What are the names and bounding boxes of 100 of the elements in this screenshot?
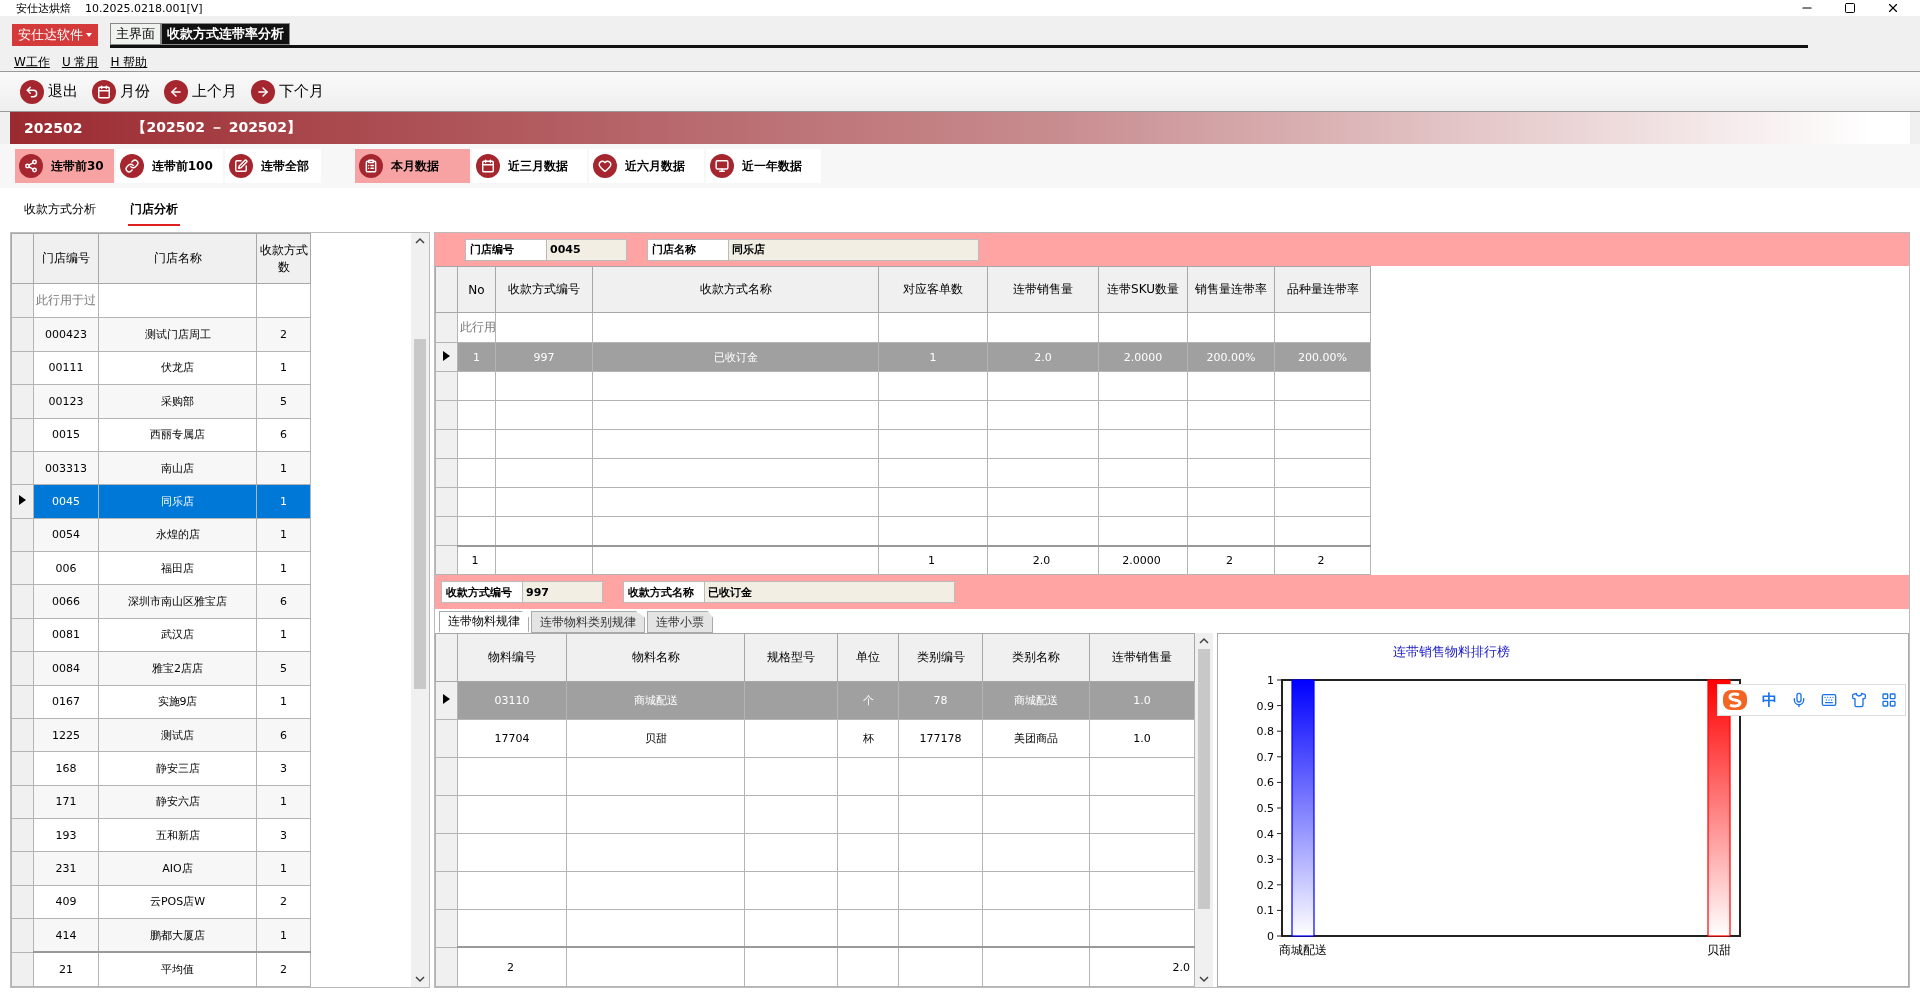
row-pointer-icon: [443, 694, 450, 705]
row-pointer-icon: [19, 495, 26, 506]
column-header[interactable]: 规格型号: [744, 633, 838, 682]
table-cell: 2: [256, 317, 311, 352]
column-header[interactable]: 对应客单数: [878, 266, 988, 313]
filter-button[interactable]: 本月数据: [354, 149, 470, 183]
row-pointer-icon: [443, 351, 450, 361]
filter-row-hint[interactable]: 此行用: [457, 312, 496, 343]
document-tab[interactable]: 收款方式连带率分析: [161, 23, 290, 45]
table-cell: 997: [495, 342, 593, 372]
table-cell: 1: [256, 685, 311, 719]
detail-tab[interactable]: 连带物料规律: [439, 611, 529, 633]
document-tab[interactable]: 主界面: [110, 23, 161, 45]
view-tab[interactable]: 门店分析: [128, 194, 180, 226]
table-cell: 1: [256, 351, 311, 385]
ime-logo-icon: [1722, 689, 1748, 711]
app-menu-button[interactable]: 安仕达软件: [12, 24, 98, 46]
filter-button[interactable]: 近六月数据: [588, 149, 704, 183]
column-header[interactable]: 门店编号: [33, 233, 99, 284]
filter-button[interactable]: 近三月数据: [471, 149, 587, 183]
table-cell: 福田店: [98, 551, 257, 585]
table-cell: 168: [33, 751, 99, 786]
view-tab[interactable]: 收款方式分析: [22, 194, 98, 226]
close-icon[interactable]: [1886, 1, 1900, 15]
store-code-field[interactable]: 门店编号 0045: [465, 238, 627, 261]
table-cell: 1: [256, 918, 311, 952]
table-cell: 177178: [898, 719, 983, 758]
column-header[interactable]: 连带SKU数量: [1098, 266, 1188, 313]
filter-button[interactable]: 近一年数据: [705, 149, 821, 183]
filter-button[interactable]: 连带前100: [115, 149, 223, 183]
grid-icon[interactable]: [1881, 692, 1897, 708]
filter-row-hint[interactable]: 此行用于过: [33, 283, 99, 318]
table-cell: 003313: [33, 451, 99, 485]
column-header[interactable]: 收款方式名称: [592, 266, 879, 313]
maximize-icon[interactable]: [1844, 2, 1856, 14]
share-icon: [19, 154, 43, 178]
toolbar-button[interactable]: 月份: [92, 79, 150, 104]
column-header[interactable]: 连带销售量: [1089, 633, 1195, 682]
column-header[interactable]: 连带销售量: [987, 266, 1099, 313]
scrollbar[interactable]: [1195, 633, 1213, 987]
table-cell: 测试店: [98, 718, 257, 752]
column-header[interactable]: 品种量连带率: [1274, 266, 1371, 313]
filter-button[interactable]: 连带前30: [15, 149, 114, 183]
table-cell: 000423: [33, 317, 99, 352]
table-cell: AIO店: [98, 851, 257, 886]
keyboard-icon[interactable]: [1821, 692, 1837, 708]
column-header[interactable]: 单位: [837, 633, 899, 682]
detail-tab[interactable]: 连带物料类别规律: [531, 611, 645, 633]
version-label: 10.2025.0218.001[V]: [85, 1, 203, 15]
column-header[interactable]: 物料编号: [457, 633, 567, 682]
column-header[interactable]: 类别名称: [982, 633, 1090, 682]
menu-item[interactable]: U 常用: [61, 54, 99, 71]
toolbar-button[interactable]: 上个月: [164, 79, 237, 104]
scrollbar[interactable]: [411, 233, 429, 987]
table-cell: 雅宝2店店: [98, 651, 257, 685]
monitor-icon: [709, 154, 734, 178]
caret-icon: [86, 33, 92, 37]
table-cell: 南山店: [98, 451, 257, 485]
table-cell: 200.00%: [1187, 342, 1275, 372]
table-cell: 同乐店: [98, 484, 257, 519]
shirt-icon[interactable]: [1851, 692, 1867, 708]
category-label: 商城配送: [1279, 943, 1327, 957]
y-tick-label: 0.1: [1256, 904, 1274, 918]
table-cell: 78: [898, 681, 983, 720]
menu-item[interactable]: W工作: [14, 54, 50, 71]
payment-name-field[interactable]: 收款方式名称 已收订金: [623, 581, 955, 603]
column-header[interactable]: 收款方式数: [256, 233, 311, 284]
table-cell: 1.0: [1089, 681, 1195, 720]
column-header[interactable]: 类别编号: [898, 633, 983, 682]
toolbar-button[interactable]: 下个月: [251, 79, 324, 104]
column-header[interactable]: 物料名称: [566, 633, 745, 682]
scroll-down-icon[interactable]: [415, 975, 425, 983]
table-cell: 0081: [33, 618, 99, 652]
table-cell: 贝甜: [566, 719, 745, 758]
microphone-icon[interactable]: [1791, 692, 1807, 708]
table-cell: 1.0: [1089, 719, 1195, 758]
store-name-field[interactable]: 门店名称 同乐店: [647, 238, 979, 261]
menu-item[interactable]: H 帮助: [110, 54, 148, 71]
column-header[interactable]: 销售量连带率: [1187, 266, 1275, 313]
scroll-down-icon[interactable]: [1199, 975, 1209, 983]
ime-mode[interactable]: 中: [1762, 690, 1777, 710]
y-tick-label: 0.7: [1256, 750, 1274, 764]
undo-icon: [20, 79, 44, 104]
toolbar-button[interactable]: 退出: [20, 79, 78, 104]
table-cell: 0066: [33, 584, 99, 619]
scroll-up-icon[interactable]: [415, 237, 425, 245]
table-cell: 00123: [33, 384, 99, 418]
table-cell: 17704: [457, 719, 567, 758]
column-header[interactable]: 门店名称: [98, 233, 257, 284]
table-cell: 6: [256, 718, 311, 752]
payment-code-field[interactable]: 收款方式编号 997: [441, 581, 603, 603]
filter-button[interactable]: 连带全部: [224, 149, 321, 183]
scroll-up-icon[interactable]: [1199, 637, 1209, 645]
y-tick-label: 0.9: [1256, 699, 1274, 713]
table-cell: 5: [256, 384, 311, 418]
column-header[interactable]: 收款方式编号: [495, 266, 593, 313]
detail-tab[interactable]: 连带小票: [647, 611, 713, 633]
column-header[interactable]: No: [457, 266, 496, 313]
ime-toolbar[interactable]: 中: [1717, 684, 1906, 716]
table-cell: 商城配送: [566, 681, 745, 720]
